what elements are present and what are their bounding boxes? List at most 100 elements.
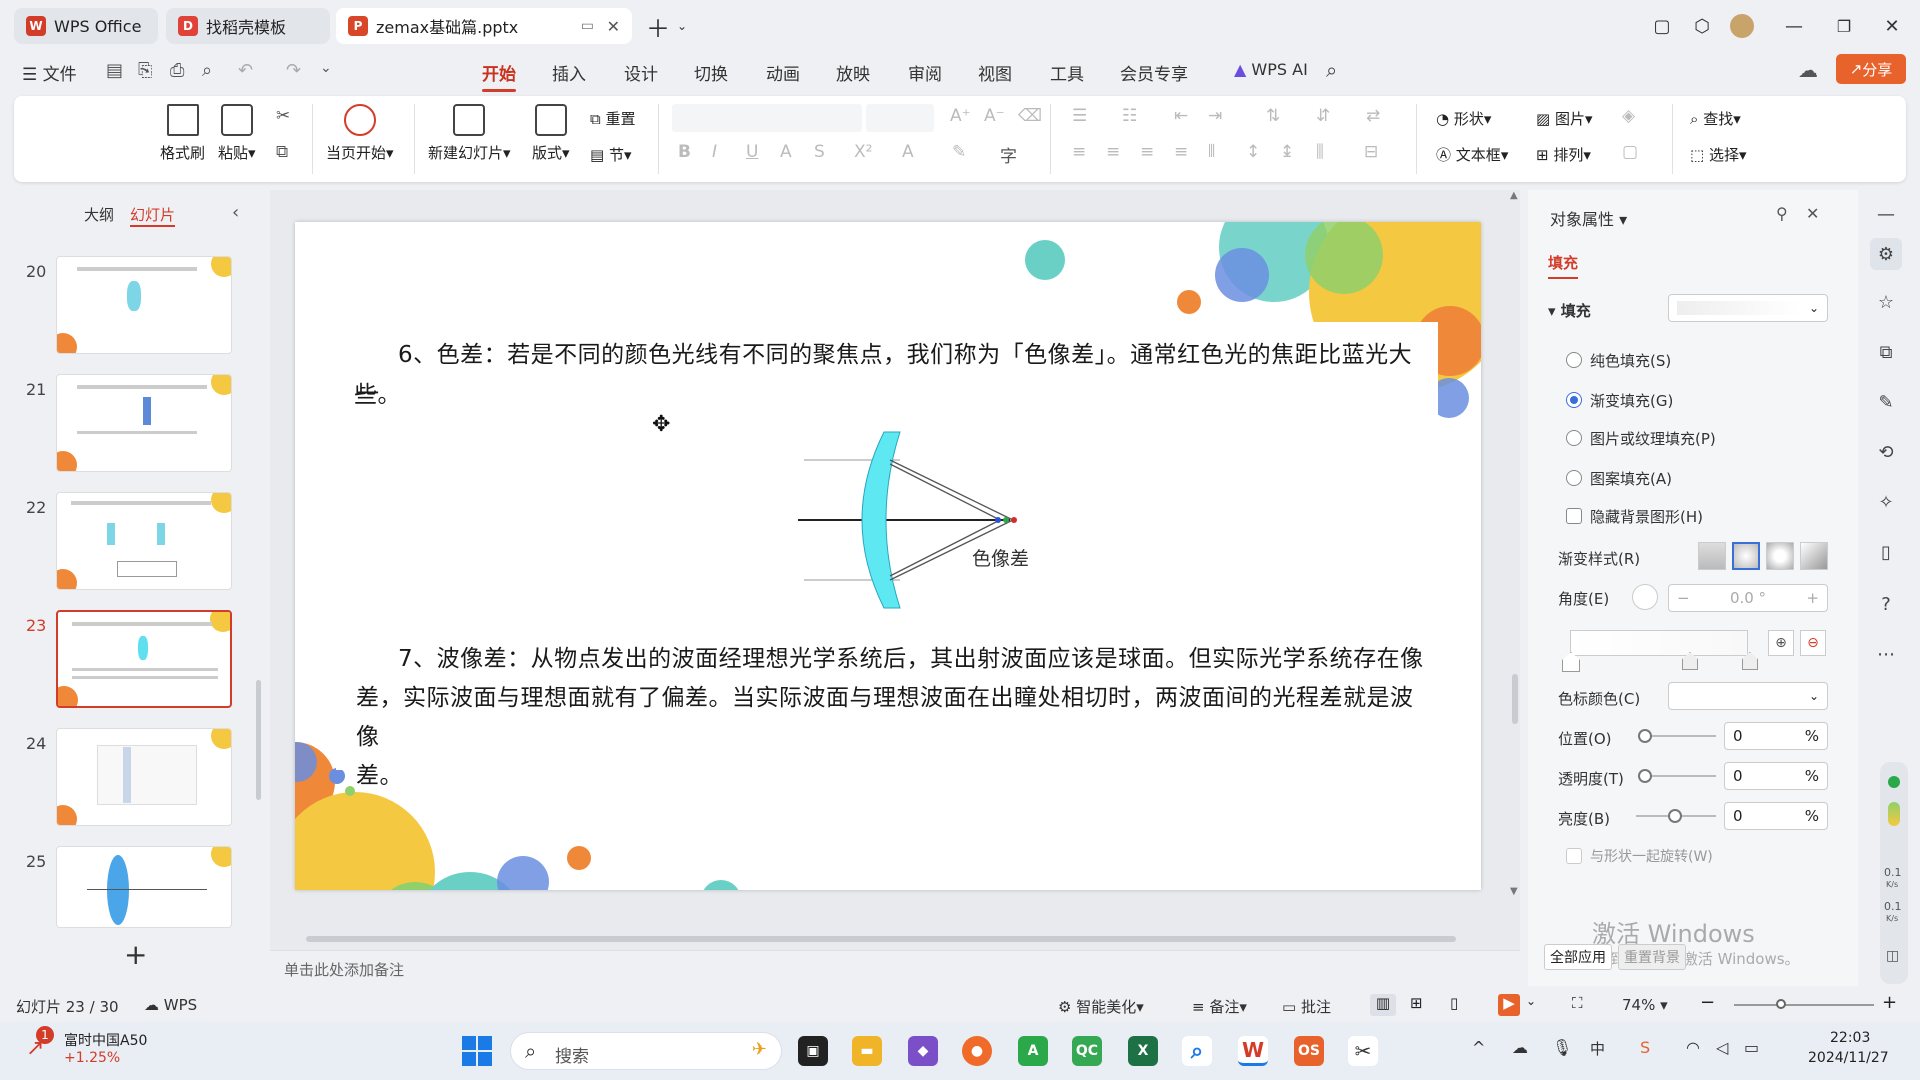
export-icon[interactable]: ⎘ bbox=[138, 60, 152, 81]
zoom-select[interactable]: 74% ▾ bbox=[1622, 996, 1668, 1014]
task-view-icon[interactable]: ▣ bbox=[798, 1036, 828, 1066]
align-center-icon[interactable]: ≡ bbox=[1106, 142, 1120, 162]
font-size-select[interactable] bbox=[866, 104, 934, 132]
add-stop-icon[interactable]: ⊕ bbox=[1768, 630, 1794, 656]
apply-all-button[interactable]: 全部应用 bbox=[1544, 944, 1612, 970]
radio-solid-fill[interactable] bbox=[1566, 352, 1582, 368]
tab-transitions[interactable]: 切换 bbox=[694, 60, 728, 85]
angle-input[interactable]: − 0.0 ° + bbox=[1668, 584, 1828, 612]
undo-icon[interactable]: ↶ bbox=[238, 60, 253, 81]
qc-app-icon[interactable]: QC bbox=[1072, 1036, 1102, 1066]
format-painter-button[interactable]: 格式刷 bbox=[160, 104, 205, 163]
restore-icon[interactable]: ❐ bbox=[1830, 12, 1858, 40]
wps-status[interactable]: ☁ WPS bbox=[144, 996, 197, 1014]
underline-icon[interactable]: U bbox=[746, 142, 758, 162]
text-direction-icon[interactable]: ⇅ bbox=[1266, 106, 1280, 126]
wps-tray-icon[interactable]: S bbox=[1640, 1038, 1650, 1057]
remove-stop-icon[interactable]: ⊖ bbox=[1800, 630, 1826, 656]
convert-icon[interactable]: ⇄ bbox=[1366, 106, 1380, 126]
slide-thumbnail-21[interactable] bbox=[56, 374, 232, 472]
tab-slides[interactable]: 幻灯片 bbox=[130, 204, 176, 227]
font-family-select[interactable] bbox=[672, 104, 862, 132]
increase-font-icon[interactable]: A⁺ bbox=[950, 106, 971, 126]
wifi-icon[interactable]: ◠ bbox=[1686, 1038, 1700, 1057]
eraser-icon[interactable]: ⌫ bbox=[1018, 106, 1042, 126]
angle-dial[interactable] bbox=[1632, 584, 1658, 610]
tab-tools[interactable]: 工具 bbox=[1050, 60, 1084, 85]
increase-indent-icon[interactable]: ⇥ bbox=[1208, 106, 1222, 126]
tab-wps-office[interactable]: W WPS Office bbox=[14, 8, 158, 44]
help-icon[interactable]: ? bbox=[1870, 588, 1902, 620]
bold-icon[interactable]: B bbox=[678, 142, 691, 162]
tab-view[interactable]: 视图 bbox=[978, 60, 1012, 85]
arrange-button[interactable]: ⊞ 排列▾ bbox=[1536, 144, 1591, 165]
brightness-input[interactable]: 0 % bbox=[1724, 802, 1828, 830]
microphone-icon[interactable]: 🎙 bbox=[1552, 1038, 1572, 1057]
layout-button[interactable]: 版式▾ bbox=[532, 104, 570, 163]
tab-outline[interactable]: 大纲 bbox=[84, 204, 114, 225]
print-icon[interactable]: ⎙ bbox=[170, 60, 184, 81]
reset-background-button[interactable]: 重置背景 bbox=[1618, 944, 1686, 970]
radio-gradient-fill[interactable] bbox=[1566, 392, 1582, 408]
slide-thumbnail-22[interactable] bbox=[56, 492, 232, 590]
line-spacing-icon[interactable]: ↕ bbox=[1246, 142, 1260, 162]
ime-indicator[interactable]: 中 bbox=[1590, 1038, 1605, 1059]
sort-icon[interactable]: ⇵ bbox=[1316, 106, 1330, 126]
normal-view-icon[interactable]: ▥ bbox=[1370, 994, 1396, 1016]
slide-thumbnail-20[interactable] bbox=[56, 256, 232, 354]
window-layout-icon[interactable]: ▢ bbox=[1648, 12, 1676, 40]
firefox-icon[interactable]: ● bbox=[962, 1036, 992, 1066]
notes-pane[interactable]: 单击此处添加备注 bbox=[270, 950, 1520, 986]
scroll-down-icon[interactable]: ▼ bbox=[1510, 886, 1518, 897]
os-app-icon[interactable]: OS bbox=[1294, 1036, 1324, 1066]
picture-button[interactable]: ▨ 图片▾ bbox=[1536, 108, 1593, 129]
snipping-tool-icon[interactable]: ✂ bbox=[1348, 1036, 1378, 1066]
zoom-slider[interactable] bbox=[1734, 1004, 1874, 1006]
chevron-down-icon[interactable]: ⌄ bbox=[668, 12, 696, 40]
radio-pattern-fill[interactable] bbox=[1566, 470, 1582, 486]
italic-icon[interactable]: I bbox=[712, 142, 717, 162]
textbox-button[interactable]: Ⓐ 文本框▾ bbox=[1436, 144, 1508, 165]
cloud-off-icon[interactable]: ☁ bbox=[1512, 1038, 1528, 1057]
position-input[interactable]: 0 % bbox=[1724, 722, 1828, 750]
wps-ai-button[interactable]: ▲ WPS AI bbox=[1234, 60, 1308, 79]
transparency-input[interactable]: 0 % bbox=[1724, 762, 1828, 790]
gradient-style-path[interactable] bbox=[1800, 542, 1828, 570]
fit-window-icon[interactable]: ⛶ bbox=[1572, 994, 1583, 1012]
animation-icon[interactable]: ✧ bbox=[1870, 486, 1902, 518]
tab-pin-icon[interactable]: ▭ bbox=[581, 18, 594, 34]
camera-icon[interactable]: ◫ bbox=[1886, 948, 1899, 964]
transparency-slider[interactable] bbox=[1644, 775, 1716, 777]
text-align-icon[interactable]: ⊟ bbox=[1364, 142, 1378, 162]
cloud-sync-icon[interactable]: ☁ bbox=[1798, 58, 1818, 82]
print-preview-icon[interactable]: ⌕ bbox=[202, 60, 212, 81]
search-icon[interactable]: ⌕ bbox=[1326, 58, 1337, 82]
file-menu[interactable]: ☰ 文件 bbox=[22, 60, 77, 85]
zoom-in-icon[interactable]: + bbox=[1882, 992, 1897, 1013]
gradient-style-rect[interactable] bbox=[1766, 542, 1794, 570]
clock-time[interactable]: 22:03 bbox=[1830, 1030, 1870, 1046]
select-button[interactable]: ⬚ 选择▾ bbox=[1690, 144, 1747, 165]
zoom-slider-handle[interactable] bbox=[1776, 999, 1786, 1009]
decrease-font-icon[interactable]: A⁻ bbox=[984, 106, 1005, 126]
strikethrough-icon[interactable]: A bbox=[780, 142, 792, 162]
fill-color-dropdown[interactable]: ⌄ bbox=[1668, 294, 1828, 322]
tab-design[interactable]: 设计 bbox=[624, 60, 658, 85]
app-green-icon[interactable]: A bbox=[1018, 1036, 1048, 1066]
share-button[interactable]: ↗ 分享 bbox=[1836, 54, 1906, 84]
radio-picture-fill[interactable] bbox=[1566, 430, 1582, 446]
volume-icon[interactable]: ◁ bbox=[1716, 1038, 1728, 1057]
section-button[interactable]: ▤ 节▾ bbox=[590, 144, 632, 165]
start-menu-icon[interactable] bbox=[462, 1036, 492, 1066]
slideshow-play-icon[interactable]: ▶ bbox=[1498, 994, 1520, 1016]
more-chevron-icon[interactable]: ⌄ bbox=[320, 60, 332, 76]
avatar[interactable] bbox=[1730, 14, 1754, 38]
redo-icon[interactable]: ↷ bbox=[286, 60, 301, 81]
tab-member[interactable]: 会员专享 bbox=[1120, 60, 1188, 85]
visual-studio-icon[interactable]: ◆ bbox=[908, 1036, 938, 1066]
scroll-thumb[interactable] bbox=[1512, 674, 1518, 724]
clock-date[interactable]: 2024/11/27 bbox=[1808, 1050, 1889, 1066]
battery-icon[interactable]: ▭ bbox=[1744, 1038, 1759, 1057]
add-slide-button[interactable]: + bbox=[124, 938, 147, 971]
scroll-up-icon[interactable]: ▲ bbox=[1510, 190, 1518, 201]
